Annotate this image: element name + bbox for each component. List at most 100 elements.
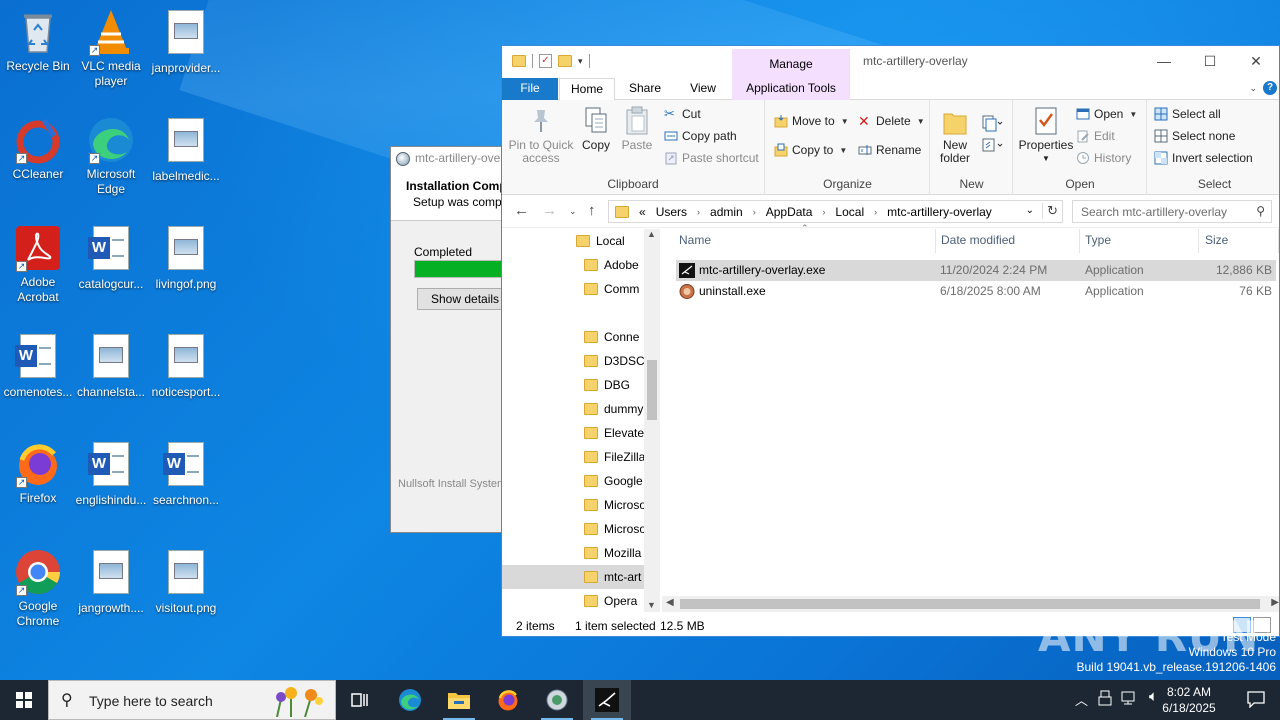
desktop-icon-ccleaner[interactable]: ↗ CCleaner: [0, 116, 76, 182]
invert-selection-button[interactable]: Invert selection: [1154, 151, 1253, 165]
nav-item[interactable]: dummy: [502, 397, 644, 421]
new-folder-button[interactable]: New folder: [935, 106, 975, 165]
usb-device-icon[interactable]: [1098, 690, 1112, 709]
file-row[interactable]: uninstall.exe 6/18/2025 8:00 AM Applicat…: [676, 281, 1276, 302]
installer-window[interactable]: mtc-artillery-over Installation Comp Set…: [390, 146, 508, 533]
desktop-icon-channelsta[interactable]: channelsta...: [73, 332, 149, 400]
cut-button[interactable]: ✂ Cut: [664, 107, 701, 122]
search-input[interactable]: Search mtc-artillery-overlay: [1081, 205, 1227, 219]
breadcrumb-mtc-artillery-overlay[interactable]: mtc-artillery-overlay: [887, 205, 992, 219]
address-dropdown-chevron-icon[interactable]: ⌄: [1026, 205, 1034, 216]
copy-to-button[interactable]: Copy to ▼: [774, 143, 847, 157]
close-icon[interactable]: ✕: [1233, 46, 1279, 76]
breadcrumb-users[interactable]: Users: [656, 205, 687, 219]
copy-path-button[interactable]: Copy path: [664, 129, 737, 143]
desktop-icon-recycle-bin[interactable]: Recycle Bin: [0, 8, 76, 74]
nav-item[interactable]: Comm: [502, 277, 644, 301]
taskbar-file-explorer-button[interactable]: [435, 680, 483, 720]
taskbar-firefox-button[interactable]: [484, 680, 532, 720]
start-button[interactable]: [0, 680, 48, 720]
breadcrumb-overflow[interactable]: «: [639, 205, 646, 219]
desktop-icon-catalogcur[interactable]: W catalogcur...: [73, 224, 149, 292]
help-icon[interactable]: ?: [1263, 81, 1277, 95]
nav-item[interactable]: Conne: [502, 325, 644, 349]
column-size[interactable]: Size: [1199, 229, 1279, 253]
nav-item[interactable]: FileZilla: [502, 445, 644, 469]
nav-item[interactable]: mtc-art: [502, 565, 644, 589]
nav-item[interactable]: Mozilla: [502, 541, 644, 565]
desktop-icon-vlc[interactable]: ↗ VLC media player: [73, 8, 149, 89]
easy-access-icon[interactable]: [981, 136, 1003, 157]
move-to-button[interactable]: Move to ▼: [774, 114, 849, 128]
breadcrumb-separator-icon[interactable]: ›: [874, 207, 877, 217]
show-hidden-icons-chevron-icon[interactable]: ︿: [1075, 690, 1088, 709]
taskbar-search-box[interactable]: ⚲ Type here to search: [48, 680, 336, 720]
file-explorer-window[interactable]: ✓ ▾ Manage mtc-artillery-overlay — ☐ ✕ F…: [501, 45, 1280, 637]
desktop-icon-labelmedic[interactable]: labelmedic...: [148, 116, 224, 184]
breadcrumb-appdata[interactable]: AppData: [766, 205, 813, 219]
scrollbar-thumb[interactable]: [680, 599, 1260, 609]
select-none-button[interactable]: Select none: [1154, 129, 1235, 143]
properties-check-icon[interactable]: ✓: [539, 54, 552, 68]
nav-item[interactable]: D3DSCa: [502, 349, 644, 373]
desktop-icon-searchnon[interactable]: W searchnon...: [148, 440, 224, 508]
nav-item[interactable]: DBG: [502, 373, 644, 397]
scroll-up-arrow-icon[interactable]: ▲: [647, 229, 656, 239]
desktop-icon-adobe-acrobat[interactable]: ↗ Adobe Acrobat: [0, 224, 76, 305]
breadcrumb-local[interactable]: Local: [835, 205, 864, 219]
tab-file[interactable]: File: [502, 78, 558, 100]
notifications-icon[interactable]: [1246, 690, 1266, 711]
paste-button[interactable]: Paste: [619, 106, 655, 152]
recent-locations-chevron-icon[interactable]: ⌄: [569, 206, 577, 217]
tab-application-tools[interactable]: Application Tools: [732, 78, 850, 100]
breadcrumb-separator-icon[interactable]: ›: [697, 207, 700, 217]
taskbar-installer-button[interactable]: [533, 680, 581, 720]
nav-item[interactable]: Elevate: [502, 421, 644, 445]
breadcrumb-admin[interactable]: admin: [710, 205, 743, 219]
properties-button[interactable]: Properties ▼: [1018, 106, 1074, 165]
history-button[interactable]: History: [1076, 151, 1131, 165]
file-list-horizontal-scrollbar[interactable]: ◀ ▶: [662, 596, 1279, 612]
minimize-icon[interactable]: —: [1141, 46, 1187, 76]
scroll-left-arrow-icon[interactable]: ◀: [666, 597, 674, 608]
nav-item[interactable]: Local: [502, 229, 644, 253]
tab-home[interactable]: Home: [559, 78, 615, 101]
clock[interactable]: 8:02 AM 6/18/2025: [1154, 684, 1224, 716]
edit-button[interactable]: Edit: [1076, 129, 1115, 143]
refresh-icon[interactable]: ↻: [1042, 203, 1058, 219]
taskbar-mtc-artillery-button[interactable]: [583, 680, 631, 720]
navigation-pane-scrollbar[interactable]: ▲ ▼: [644, 229, 660, 612]
tab-view[interactable]: View: [680, 78, 726, 100]
column-type[interactable]: Type: [1080, 229, 1199, 253]
pin-to-quick-access-button[interactable]: Pin to Quick access: [508, 106, 574, 165]
search-box[interactable]: Search mtc-artillery-overlay ⚲: [1072, 200, 1272, 223]
address-bar[interactable]: « Users › admin › AppData › Local › mtc-…: [608, 200, 1063, 223]
tab-share[interactable]: Share: [620, 78, 670, 100]
rename-button[interactable]: Rename: [858, 143, 921, 157]
network-icon[interactable]: [1120, 690, 1136, 709]
task-view-button[interactable]: [336, 680, 384, 720]
desktop-icon-englishindu[interactable]: W englishindu...: [73, 440, 149, 508]
scroll-right-arrow-icon[interactable]: ▶: [1271, 597, 1279, 608]
customize-toolbar-chevron-icon[interactable]: ▾: [578, 56, 583, 67]
explorer-titlebar[interactable]: ✓ ▾ Manage mtc-artillery-overlay — ☐ ✕: [502, 46, 1279, 78]
nav-item[interactable]: Opera: [502, 589, 644, 612]
back-arrow-icon[interactable]: ←: [514, 202, 529, 219]
desktop-icon-edge[interactable]: ↗ Microsoft Edge: [73, 116, 149, 197]
taskbar-edge-button[interactable]: [386, 680, 434, 720]
scrollbar-thumb[interactable]: [647, 360, 657, 420]
up-arrow-icon[interactable]: ↑: [588, 202, 596, 219]
maximize-icon[interactable]: ☐: [1187, 46, 1233, 76]
desktop-icon-noticesport[interactable]: noticesport...: [148, 332, 224, 400]
show-details-button[interactable]: Show details: [417, 288, 507, 310]
open-button[interactable]: Open ▼: [1076, 107, 1137, 121]
file-row[interactable]: mtc-artillery-overlay.exe 11/20/2024 2:2…: [676, 260, 1276, 281]
desktop-icon-livingof[interactable]: livingof.png: [148, 224, 224, 292]
new-item-icon[interactable]: [981, 114, 1003, 135]
column-name[interactable]: Name: [662, 229, 936, 253]
nav-item[interactable]: Microso: [502, 517, 644, 541]
nav-item[interactable]: Google: [502, 469, 644, 493]
nav-item[interactable]: Adobe: [502, 253, 644, 277]
column-date-modified[interactable]: Date modified: [936, 229, 1080, 253]
scroll-down-arrow-icon[interactable]: ▼: [647, 600, 656, 610]
